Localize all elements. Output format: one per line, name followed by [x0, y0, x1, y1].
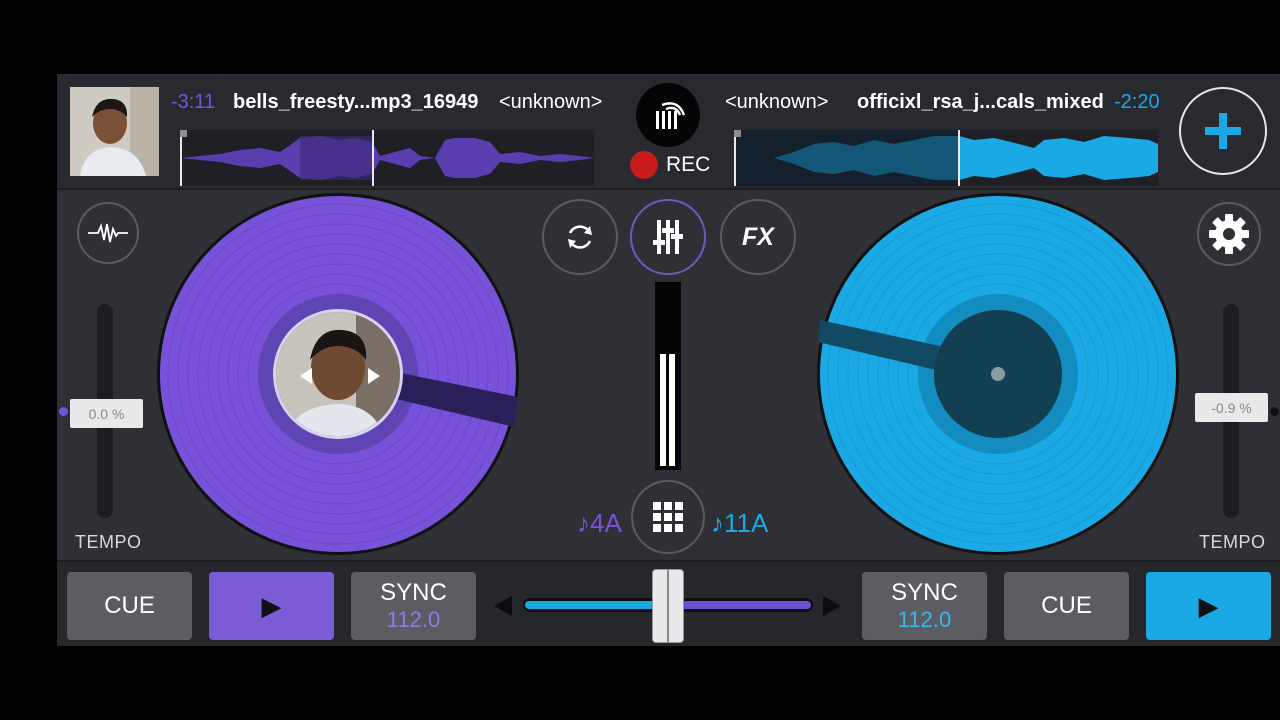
crossfader-handle[interactable] [653, 570, 683, 642]
deck-b-sync-label: SYNC [891, 579, 958, 606]
fx-button[interactable]: FX [720, 199, 796, 275]
deck-a-tempo-label: TEMPO [75, 532, 142, 552]
deck-b-play-button[interactable]: ▶ [1146, 572, 1271, 640]
deck-a-tempo-indicator [59, 407, 68, 416]
grid-pads-icon [653, 502, 683, 532]
play-icon: ▶ [261, 590, 282, 621]
deck-a-cue-label: CUE [104, 592, 155, 619]
deck-b-cue-label: CUE [1041, 592, 1092, 619]
deck-a-play-button[interactable]: ▶ [209, 572, 334, 640]
crossfader-left-fill [525, 601, 665, 609]
level-meter-right-bar [669, 354, 675, 466]
add-track-button[interactable] [1179, 87, 1267, 175]
mixer-button[interactable] [630, 199, 706, 275]
level-meter [655, 282, 681, 470]
deck-a-cue-button[interactable]: CUE [67, 572, 192, 640]
plus-icon [1205, 113, 1241, 149]
deck-b-track-title: officixl_rsa_j...cals_mixed [857, 91, 1104, 113]
crossfader-right-arrow-icon[interactable] [823, 596, 841, 616]
play-icon: ▶ [1198, 590, 1219, 621]
deck-b-key: ♪11A [711, 508, 769, 538]
record-label: REC [666, 153, 711, 176]
pads-button[interactable] [631, 480, 705, 554]
waveform-view-button[interactable] [77, 202, 139, 264]
deck-a-key: ♪4A [577, 508, 622, 538]
deck-a-sync-button[interactable]: SYNC 112.0 [351, 572, 476, 640]
deck-b-time-remaining: -2:20 [1114, 91, 1160, 113]
deck-b-waveform[interactable] [734, 130, 1158, 186]
transport-bar: CUE ▶ SYNC 112.0 SYNC 112.0 CUE ▶ [57, 560, 1280, 646]
fx-label: FX [742, 222, 774, 251]
deck-a-label-art [273, 309, 403, 439]
deck-a-artist: <unknown> [499, 91, 603, 113]
deck-a-time-remaining: -3:11 [171, 91, 216, 113]
deck-a-sync-label: SYNC [380, 579, 447, 606]
settings-button[interactable] [1197, 202, 1261, 266]
record-button[interactable]: REC [630, 151, 710, 179]
deck-a-waveform[interactable] [180, 130, 594, 186]
crossfader-right-fill [669, 601, 811, 609]
deck-b-cue-button[interactable]: CUE [1004, 572, 1129, 640]
sync-loop-icon [568, 225, 592, 249]
library-icon [656, 102, 686, 129]
loop-sync-button[interactable] [542, 199, 618, 275]
library-button[interactable] [636, 83, 700, 147]
deck-a-tempo-value[interactable]: 0.0 % [70, 399, 143, 428]
gear-icon [1209, 214, 1249, 254]
crossfader-handle-line [667, 570, 669, 642]
level-meter-left-bar [660, 354, 666, 466]
deck-b-tempo-indicator [1270, 407, 1279, 416]
crossfader-left-arrow-icon[interactable] [494, 596, 512, 616]
waveform-icon [88, 223, 128, 243]
deck-b-bpm: 112.0 [897, 607, 952, 632]
deck-b-tempo-value[interactable]: -0.9 % [1195, 393, 1268, 422]
deck-a-track-title: bells_freesty...mp3_16949 [233, 91, 479, 113]
deck-b-sync-button[interactable]: SYNC 112.0 [862, 572, 987, 640]
header-bar: -3:11 bells_freesty...mp3_16949 <unknown… [57, 74, 1280, 190]
deck-b-turntable[interactable] [816, 192, 1180, 556]
dj-app: -3:11 bells_freesty...mp3_16949 <unknown… [57, 74, 1280, 646]
deck-b-tempo-label: TEMPO [1199, 532, 1266, 552]
deck-a-bpm: 112.0 [386, 607, 441, 632]
deck-b-artist: <unknown> [725, 91, 829, 113]
record-dot-icon [630, 151, 658, 179]
mixer-sliders-icon [653, 220, 683, 254]
deck-a-cover-art[interactable] [70, 87, 159, 176]
